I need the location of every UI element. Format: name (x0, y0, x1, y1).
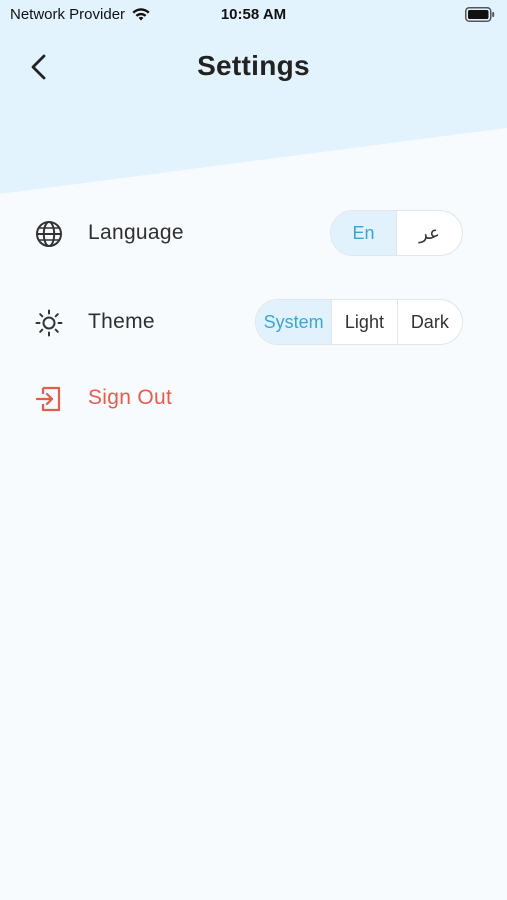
battery-icon (465, 7, 495, 22)
theme-option-system[interactable]: System (256, 300, 332, 344)
language-option-ar[interactable]: عر (396, 211, 462, 255)
theme-selector: System Light Dark (255, 299, 463, 345)
globe-icon (36, 221, 62, 247)
sun-icon (35, 309, 63, 337)
language-label: Language (88, 221, 184, 244)
language-selector: En عر (330, 210, 463, 256)
sign-out-button[interactable]: Sign Out (0, 374, 507, 422)
header-background (0, 0, 507, 194)
language-row: Language En عر (0, 209, 507, 257)
theme-option-dark[interactable]: Dark (396, 300, 462, 344)
status-bar: Network Provider 10:58 AM (0, 0, 507, 30)
sign-out-label: Sign Out (88, 386, 173, 409)
page-title: Settings (197, 50, 310, 81)
sign-out-icon (35, 386, 61, 412)
navigation-bar: Settings (0, 40, 507, 92)
status-time: 10:58 AM (220, 6, 287, 23)
theme-row: Theme System Light Dark (0, 298, 507, 346)
language-option-en[interactable]: En (331, 211, 396, 255)
theme-option-light[interactable]: Light (331, 300, 396, 344)
theme-label: Theme (88, 310, 155, 333)
